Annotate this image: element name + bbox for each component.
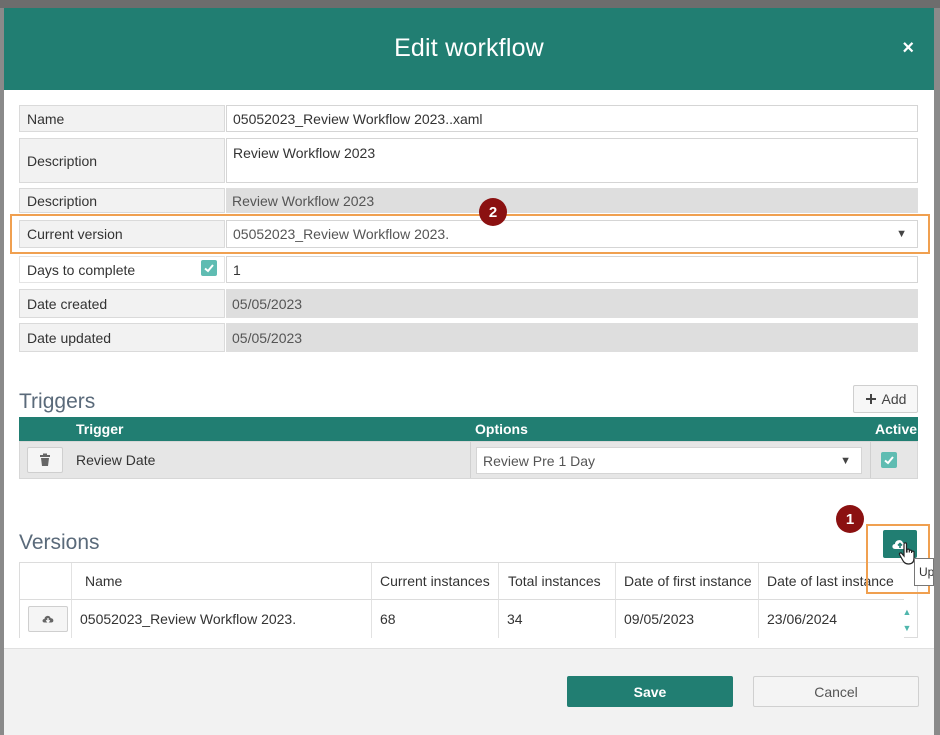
trigger-active-checkbox[interactable]	[881, 452, 897, 468]
name-label: Name	[19, 105, 225, 132]
modal-header: Edit workflow ×	[4, 8, 934, 90]
options-column-header: Options	[475, 421, 528, 437]
scroll-up-icon[interactable]: ▲	[901, 606, 913, 618]
check-icon	[204, 264, 214, 273]
version-total-instances: 34	[499, 600, 616, 638]
current-instances-header: Current instances	[372, 563, 499, 600]
days-to-complete-checkbox[interactable]	[201, 260, 217, 276]
add-trigger-label: Add	[881, 391, 907, 407]
save-button[interactable]: Save	[567, 676, 733, 707]
days-to-complete-input[interactable]: 1	[226, 256, 918, 283]
upload-tooltip: Up	[914, 558, 934, 586]
version-name-header: Name	[72, 563, 372, 600]
annotation-marker-2: 2	[479, 198, 507, 226]
check-icon	[884, 456, 894, 465]
version-date-first: 09/05/2023	[616, 600, 759, 638]
date-created-row: Date created 05/05/2023	[19, 289, 918, 318]
name-row: Name 05052023_Review Workflow 2023..xaml	[19, 105, 918, 132]
close-button[interactable]: ×	[902, 38, 914, 58]
plus-icon	[865, 394, 876, 404]
active-column-header: Active	[875, 421, 918, 437]
date-updated-value: 05/05/2023	[226, 323, 918, 352]
modal-footer: Save Cancel	[4, 648, 934, 735]
description-readonly-value: Review Workflow 2023	[226, 188, 918, 213]
column-divider	[470, 442, 471, 478]
date-updated-label: Date updated	[19, 323, 225, 352]
add-trigger-button[interactable]: Add	[853, 385, 918, 413]
date-created-label: Date created	[19, 289, 225, 318]
scroll-down-icon[interactable]: ▼	[901, 622, 913, 634]
background-page-top	[0, 0, 940, 8]
version-name: 05052023_Review Workflow 2023.	[72, 600, 372, 638]
chevron-down-icon: ▼	[840, 454, 851, 467]
annotation-marker-1: 1	[836, 505, 864, 533]
triggers-table-header: Trigger Options Active	[19, 417, 918, 441]
delete-trigger-button[interactable]	[27, 447, 63, 473]
trigger-column-header: Trigger	[76, 421, 124, 437]
cancel-button[interactable]: Cancel	[753, 676, 919, 707]
table-scrollbar[interactable]: ▲ ▼	[901, 606, 913, 634]
cloud-download-icon	[42, 615, 54, 623]
description-readonly-label: Description	[19, 188, 225, 213]
column-divider	[870, 442, 871, 478]
trash-icon	[40, 453, 50, 466]
download-version-button[interactable]	[28, 606, 68, 632]
versions-action-header	[20, 563, 72, 600]
modal-title: Edit workflow	[394, 34, 544, 62]
triggers-title: Triggers	[19, 390, 96, 413]
edit-workflow-modal: Edit workflow × Name 05052023_Review Wor…	[4, 8, 934, 735]
version-current-instances: 68	[372, 600, 499, 638]
trigger-row: Review Date Review Pre 1 Day ▼	[19, 441, 918, 479]
description-row: Description Review Workflow 2023	[19, 138, 918, 183]
description-readonly-row: Description Review Workflow 2023	[19, 188, 918, 213]
version-row-action	[20, 600, 72, 638]
total-instances-header: Total instances	[499, 563, 616, 600]
versions-table: Name Current instances Total instances D…	[19, 562, 918, 638]
days-to-complete-label: Days to complete	[19, 256, 225, 283]
trigger-name: Review Date	[76, 452, 156, 468]
versions-title: Versions	[19, 531, 100, 554]
days-to-complete-text: Days to complete	[27, 261, 136, 278]
version-date-last: 23/06/2024	[759, 600, 904, 638]
current-version-highlight	[10, 214, 930, 254]
date-updated-row: Date updated 05/05/2023	[19, 323, 918, 352]
name-input[interactable]: 05052023_Review Workflow 2023..xaml	[226, 105, 918, 132]
trigger-option-value: Review Pre 1 Day	[483, 452, 596, 469]
description-label: Description	[19, 138, 225, 183]
description-textarea[interactable]: Review Workflow 2023	[226, 138, 918, 183]
date-first-instance-header: Date of first instance	[616, 563, 759, 600]
trigger-option-select[interactable]: Review Pre 1 Day ▼	[476, 447, 862, 474]
date-created-value: 05/05/2023	[226, 289, 918, 318]
days-to-complete-row: Days to complete 1	[19, 256, 918, 283]
